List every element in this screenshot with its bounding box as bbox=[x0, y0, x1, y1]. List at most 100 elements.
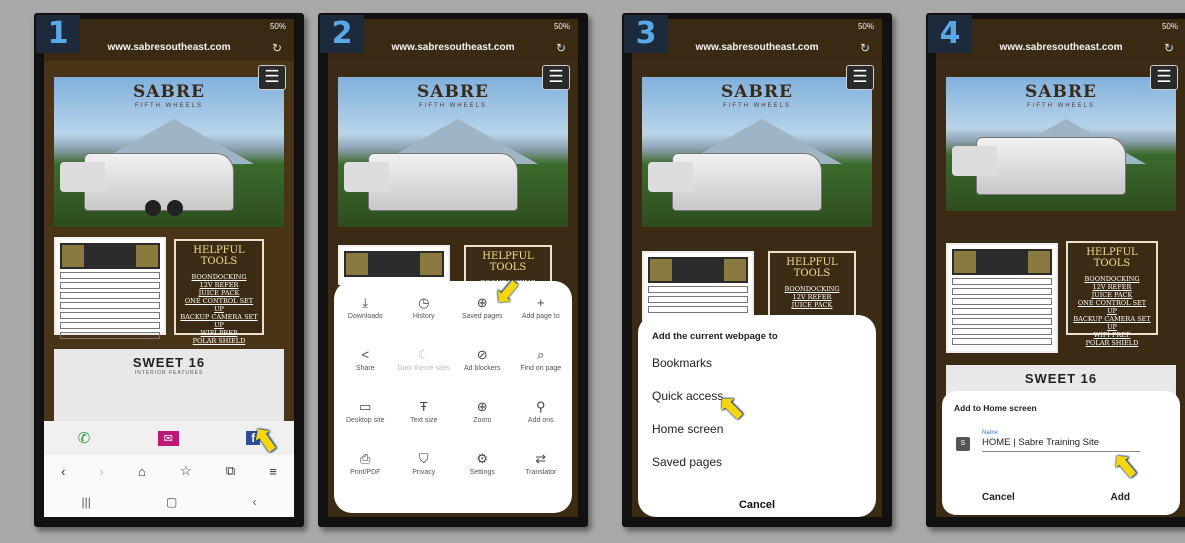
site-menu-button[interactable]: ☰ bbox=[258, 65, 286, 90]
tool-link[interactable]: 12V REFER bbox=[180, 281, 258, 289]
reload-icon[interactable]: ↻ bbox=[860, 35, 870, 61]
site-menu-button[interactable]: ☰ bbox=[846, 65, 874, 90]
rv-image bbox=[344, 153, 518, 211]
rv-image bbox=[648, 153, 822, 211]
menu-item-downloads[interactable]: ⤓ Downloads bbox=[336, 293, 395, 345]
recents-icon[interactable]: ||| bbox=[82, 495, 91, 509]
tool-link[interactable]: JUICE PACK bbox=[180, 289, 258, 297]
tool-link[interactable]: JUICE PACK bbox=[774, 301, 850, 309]
tool-link[interactable]: WIFI PREP bbox=[180, 329, 258, 337]
url-bar[interactable]: www.sabresoutheast.com ↻ bbox=[328, 35, 578, 61]
tool-link[interactable]: ONE CONTROL SET UP bbox=[1072, 299, 1152, 315]
battery-text: 50% bbox=[553, 22, 570, 31]
site-menu-button[interactable]: ☰ bbox=[542, 65, 570, 90]
system-nav-bar: ||| ▢ ‹ bbox=[44, 487, 294, 517]
menu-item-ad-blockers[interactable]: ⊘ Ad blockers bbox=[453, 345, 512, 397]
url-bar[interactable]: www.sabresoutheast.com ↻ bbox=[936, 35, 1185, 61]
tool-link[interactable]: WIFI PREP bbox=[1072, 331, 1152, 339]
phone-icon[interactable]: ✆ bbox=[78, 429, 91, 447]
reload-icon[interactable]: ↻ bbox=[1164, 35, 1174, 61]
menu-icon[interactable]: ≡ bbox=[269, 464, 277, 479]
phone-step-3: 50% www.sabresoutheast.com ↻ ☰ SABRE FIF… bbox=[622, 13, 892, 527]
cancel-button[interactable]: Cancel bbox=[982, 492, 1015, 503]
wheel-icon bbox=[167, 200, 183, 216]
logo-subtitle: FIFTH WHEELS bbox=[134, 103, 203, 109]
menu-item-add-page-to[interactable]: + Add page to bbox=[512, 293, 571, 345]
tool-link[interactable]: 12V REFER bbox=[774, 293, 850, 301]
menu-item-desktop-site[interactable]: ▭ Desktop site bbox=[336, 397, 395, 449]
menu-item-settings[interactable]: ⚙ Settings bbox=[453, 449, 512, 501]
tools-title: HELPFUL TOOLS bbox=[1086, 247, 1138, 269]
menu-item-share[interactable]: < Share bbox=[336, 345, 395, 397]
tool-link[interactable]: BOONDOCKING bbox=[774, 285, 850, 293]
tool-link[interactable]: POLAR SHIELD bbox=[1072, 339, 1152, 347]
menu-item-history[interactable]: ◷ History bbox=[395, 293, 454, 345]
menu-item-zoom[interactable]: ⊕ Zoom bbox=[453, 397, 512, 449]
tabs-icon[interactable]: ⧉ bbox=[226, 463, 235, 479]
privacy-icon: ⛉ bbox=[418, 451, 429, 466]
home-circle-icon[interactable]: ▢ bbox=[166, 495, 177, 509]
tool-link[interactable]: BOONDOCKING bbox=[180, 273, 258, 281]
system-back-icon[interactable]: ‹ bbox=[252, 495, 256, 509]
thumb-header bbox=[648, 257, 748, 283]
menu-item-find-on-page[interactable]: ⌕ Find on page bbox=[512, 345, 571, 397]
training-thumbnail[interactable] bbox=[54, 237, 166, 339]
url-bar[interactable]: 🔒 www.sabresoutheast.com ↻ bbox=[44, 35, 294, 61]
option-bookmarks[interactable]: Bookmarks bbox=[652, 356, 862, 389]
back-icon[interactable]: ‹ bbox=[61, 464, 65, 479]
sabre-logo: SABRE bbox=[133, 82, 205, 102]
thumb-header bbox=[60, 243, 160, 269]
browser-nav-bar: ‹ › ⌂ ☆ ⧉ ≡ bbox=[44, 455, 294, 487]
tool-link[interactable]: BACKUP CAMERA SET UP bbox=[180, 313, 258, 329]
tool-link[interactable]: 12V REFER bbox=[1072, 283, 1152, 291]
print-icon: ⎙ bbox=[360, 451, 371, 466]
menu-item-text-size[interactable]: Ŧ Text size bbox=[395, 397, 454, 449]
hero-image: SABRE FIFTH WHEELS bbox=[946, 77, 1176, 211]
training-thumbnail[interactable] bbox=[642, 251, 754, 321]
add-button[interactable]: Add bbox=[1111, 492, 1130, 503]
option-quick-access[interactable]: Quick access bbox=[652, 389, 862, 422]
name-field-label: Name bbox=[982, 430, 999, 436]
moon-icon: ☾ bbox=[417, 347, 430, 362]
menu-item-add-ons[interactable]: ⚲ Add ons bbox=[512, 397, 571, 449]
battery-text: 50% bbox=[857, 22, 874, 31]
hero-image: SABRE FIFTH WHEELS bbox=[54, 77, 284, 227]
tool-link[interactable]: POLAR SHIELD bbox=[180, 337, 258, 345]
settings-icon: ⚙ bbox=[476, 451, 489, 466]
mail-icon[interactable]: ✉ bbox=[157, 430, 179, 446]
menu-item-privacy[interactable]: ⛉ Privacy bbox=[395, 449, 454, 501]
bookmark-star-icon[interactable]: ☆ bbox=[180, 463, 192, 479]
tool-link[interactable]: BACKUP CAMERA SET UP bbox=[1072, 315, 1152, 331]
training-thumbnail[interactable] bbox=[946, 243, 1058, 353]
option-saved-pages[interactable]: Saved pages bbox=[652, 455, 862, 488]
tool-link[interactable]: JUICE PACK bbox=[1072, 291, 1152, 299]
status-bar: 50% bbox=[632, 19, 882, 35]
browser-menu-sheet: ⤓ Downloads ◷ History ⊕ Saved pages + Add pa… bbox=[334, 281, 572, 513]
translator-icon: ⇄ bbox=[535, 451, 547, 466]
hero-image: SABRE FIFTH WHEELS bbox=[338, 77, 568, 227]
step-number: 1 bbox=[36, 15, 80, 53]
sabre-logo: SABRE bbox=[721, 82, 793, 102]
tool-link[interactable]: ONE CONTROL SET UP bbox=[180, 297, 258, 313]
reload-icon[interactable]: ↻ bbox=[272, 35, 282, 61]
cancel-button[interactable]: Cancel bbox=[638, 499, 876, 511]
home-icon[interactable]: ⌂ bbox=[138, 464, 146, 479]
reload-icon[interactable]: ↻ bbox=[556, 35, 566, 61]
training-thumbnail[interactable] bbox=[338, 245, 450, 285]
helpful-tools-panel: HELPFUL TOOLS BOONDOCKING 12V REFER JUIC… bbox=[1066, 241, 1158, 347]
site-favicon-icon: S bbox=[956, 437, 970, 451]
add-page-sheet: Add the current webpage to Bookmarks Qui… bbox=[638, 315, 876, 517]
step-number: 4 bbox=[928, 15, 972, 53]
menu-item-print-pdf[interactable]: ⎙ Print/PDF bbox=[336, 449, 395, 501]
option-home-screen[interactable]: Home screen bbox=[652, 422, 862, 455]
phone-step-1: 50% 🔒 www.sabresoutheast.com ↻ ☰ SABRE F… bbox=[34, 13, 304, 527]
hero-image: SABRE FIFTH WHEELS bbox=[642, 77, 872, 227]
menu-item-translator[interactable]: ⇄ Translator bbox=[512, 449, 571, 501]
forward-icon[interactable]: › bbox=[100, 464, 104, 479]
url-bar[interactable]: www.sabresoutheast.com ↻ bbox=[632, 35, 882, 61]
tools-title: HELPFUL TOOLS bbox=[786, 257, 838, 279]
site-menu-button[interactable]: ☰ bbox=[1150, 65, 1178, 90]
phone-step-2: 50% www.sabresoutheast.com ↻ ☰ SABRE FIF… bbox=[318, 13, 588, 527]
tool-link[interactable]: BOONDOCKING bbox=[1072, 275, 1152, 283]
menu-item-dark-theme[interactable]: ☾ Dark theme sites bbox=[395, 345, 454, 397]
